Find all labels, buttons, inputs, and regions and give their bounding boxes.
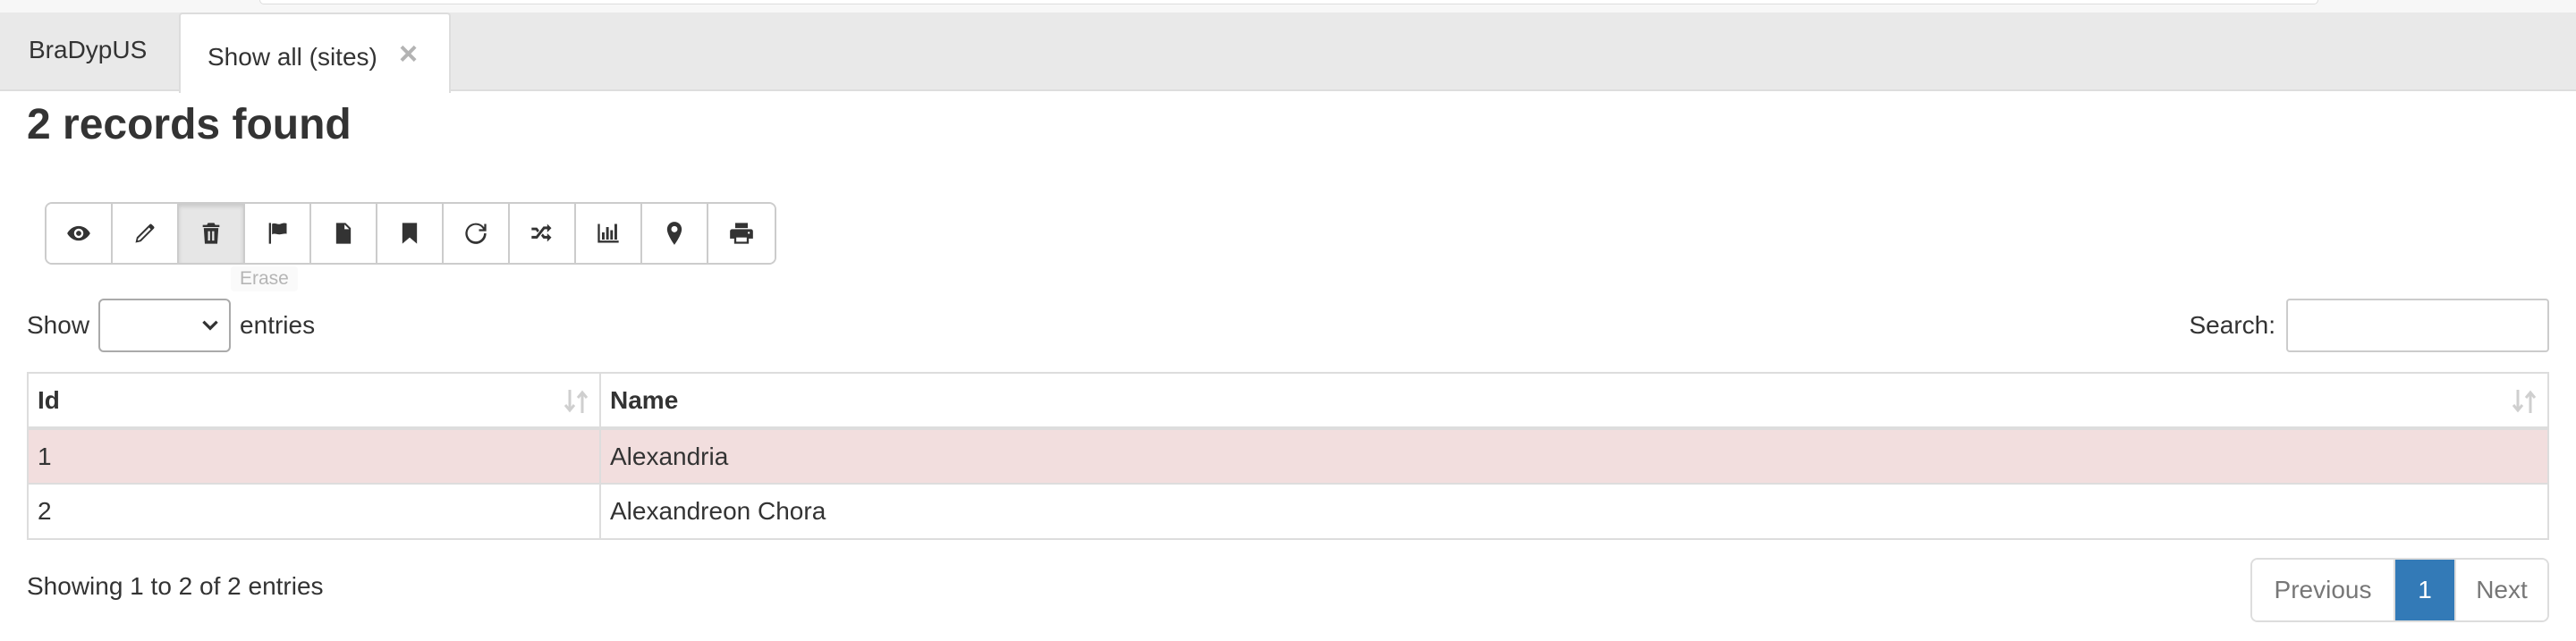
tab-label: Show all (sites) [208, 43, 377, 71]
sort-icon [564, 390, 589, 413]
trash-icon [202, 223, 220, 244]
pagination: Previous 1 Next [2250, 558, 2549, 622]
random-icon [531, 224, 552, 242]
refresh-icon [465, 223, 487, 244]
refresh-button[interactable] [444, 204, 510, 263]
flag-button[interactable] [245, 204, 311, 263]
search-box: Search: [2189, 299, 2549, 352]
print-icon [730, 223, 753, 244]
column-header-label: Id [38, 385, 60, 414]
page-1-button[interactable]: 1 [2395, 560, 2454, 620]
eye-icon [67, 225, 90, 241]
previous-page-button[interactable]: Previous [2252, 560, 2395, 620]
map-button[interactable] [642, 204, 708, 263]
edit-button[interactable] [113, 204, 179, 263]
tab-show-all-sites[interactable]: Show all (sites) × [179, 13, 451, 93]
file-button[interactable] [311, 204, 377, 263]
cell-name: Alexandria [599, 427, 2549, 485]
column-header-label: Name [610, 385, 679, 414]
view-button[interactable] [47, 204, 113, 263]
sort-icon [2512, 390, 2537, 413]
browser-top-strip [0, 0, 2576, 13]
file-icon [335, 223, 352, 244]
search-label: Search: [2189, 311, 2276, 339]
entries-per-page-select[interactable] [98, 299, 232, 352]
erase-tooltip: Erase [231, 266, 298, 291]
bookmark-button[interactable] [377, 204, 444, 263]
address-bar-edge [259, 0, 2318, 4]
length-menu: Show entries [27, 299, 315, 352]
map-marker-icon [666, 222, 682, 245]
table-row[interactable]: 2 Alexandreon Chora [27, 483, 2549, 540]
pencil-icon [135, 224, 155, 243]
length-prefix: Show [27, 311, 90, 339]
column-header-id[interactable]: Id [27, 372, 601, 430]
records-table: Id Name 1 Alexandria 2 Alexandreon Chora [27, 372, 2549, 540]
close-tab-icon[interactable]: × [399, 38, 418, 70]
table-info: Showing 1 to 2 of 2 entries [27, 572, 324, 600]
cell-id: 1 [27, 427, 601, 485]
cell-name: Alexandreon Chora [599, 483, 2549, 540]
next-page-button[interactable]: Next [2454, 560, 2547, 620]
flag-icon [268, 223, 287, 244]
page-title: 2 records found [27, 101, 352, 148]
table-row[interactable]: 1 Alexandria [27, 427, 2549, 485]
random-button[interactable] [510, 204, 576, 263]
record-toolbar [45, 202, 776, 265]
search-input[interactable] [2286, 299, 2549, 352]
erase-button[interactable] [179, 204, 245, 263]
column-header-name[interactable]: Name [599, 372, 2549, 430]
table-header-row: Id Name [27, 372, 2549, 430]
stats-button[interactable] [576, 204, 642, 263]
bookmark-icon [402, 223, 418, 244]
stats-icon [597, 224, 619, 243]
tab-home[interactable]: BraDypUS [29, 36, 147, 64]
cell-id: 2 [27, 483, 601, 540]
print-button[interactable] [708, 204, 775, 263]
tab-bar: BraDypUS Show all (sites) × [0, 13, 2576, 93]
chevron-down-icon [202, 320, 218, 331]
length-suffix: entries [240, 311, 316, 339]
